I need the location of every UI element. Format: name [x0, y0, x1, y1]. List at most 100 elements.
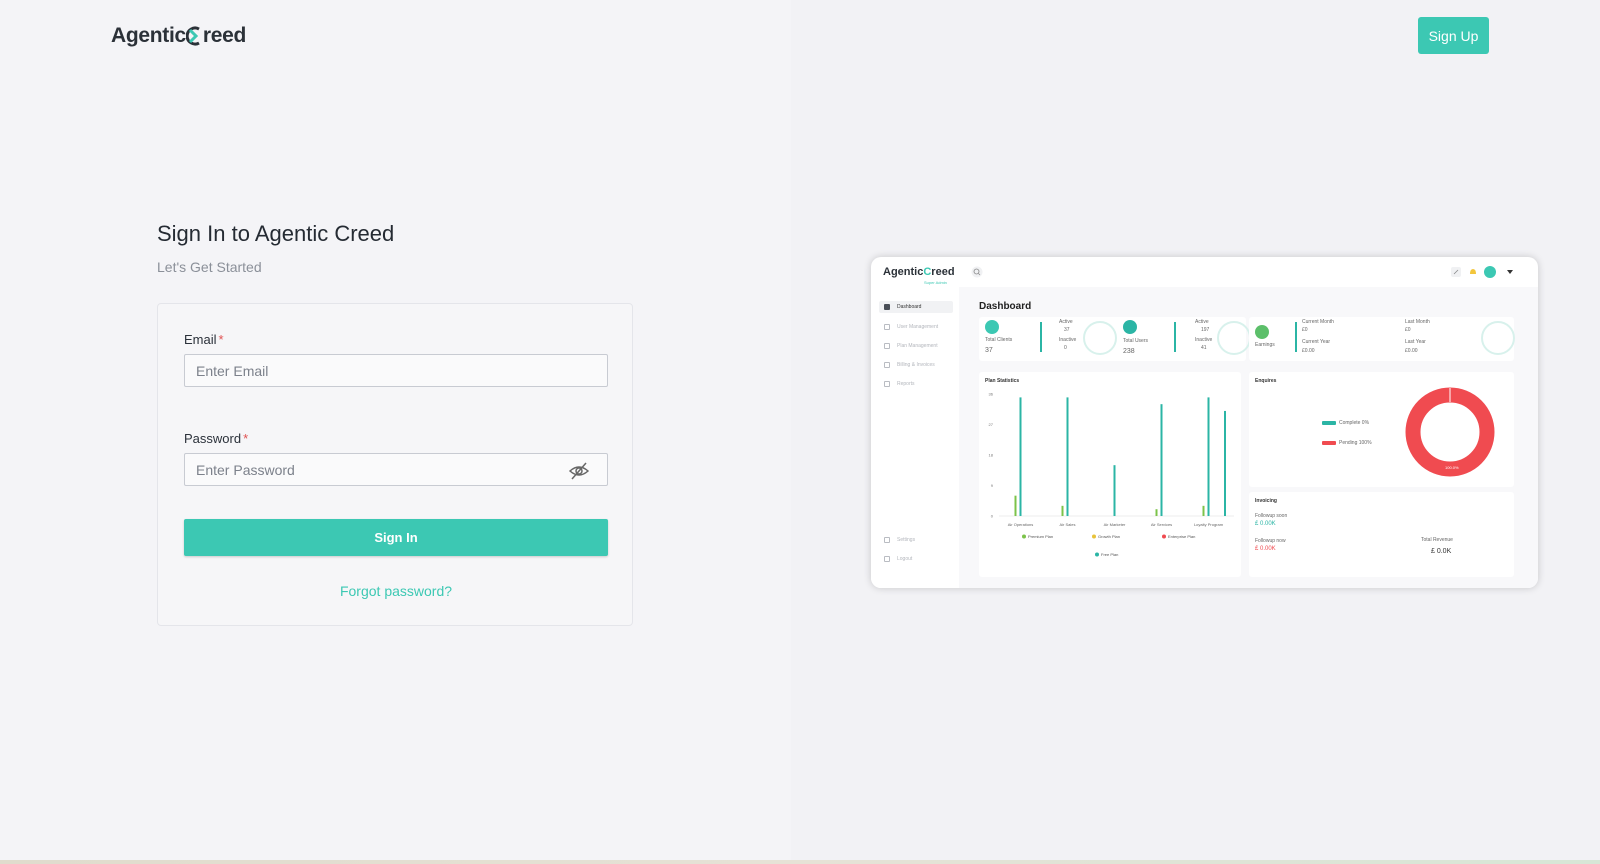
invoicing-title: Invoicing	[1255, 498, 1277, 504]
legend-label: Growth Plan	[1098, 534, 1120, 539]
preview-main: Dashboard Total Clients 37 Active 37 Ina…	[959, 287, 1538, 588]
bar-free	[1019, 397, 1022, 516]
forgot-password-link[interactable]: Forgot password?	[158, 583, 634, 599]
legend-dot	[1095, 552, 1099, 557]
total-revenue-value: £ 0.0K	[1431, 548, 1452, 555]
preview-earnings-icon	[1255, 325, 1269, 339]
legend-label: Free Plan	[1101, 552, 1118, 557]
preview-nav-logout-icon	[884, 556, 890, 562]
followup-soon-value: £ 0.00K	[1255, 521, 1276, 527]
preview-clients-inactive: Inactive	[1059, 337, 1077, 343]
preview-search-icon	[971, 266, 983, 278]
logo-text-right: reed	[202, 24, 247, 47]
preview-nav-logout: Logout	[879, 553, 953, 565]
preview-nav-reports: Reports	[879, 378, 953, 390]
preview-nav-grid-icon	[884, 304, 890, 310]
preview-nav-label: Billing & Invoices	[897, 362, 935, 368]
preview-nav-billing-icon	[884, 362, 890, 368]
preview-rings-decoration	[1083, 321, 1117, 355]
preview-logo-right: reed	[931, 266, 955, 278]
required-mark: *	[243, 431, 249, 446]
password-input[interactable]	[184, 453, 608, 486]
legend-pending: Pending 100%	[1339, 440, 1372, 446]
preview-nav-label: Plan Management	[897, 343, 938, 349]
bar-premium	[1061, 505, 1064, 516]
bar-free	[1066, 397, 1069, 516]
preview-divider	[1040, 322, 1042, 352]
bar-free	[1113, 465, 1116, 516]
page-title: Sign In to Agentic Creed	[157, 221, 395, 246]
preview-chevron-down-icon	[1507, 270, 1513, 274]
preview-users-label: Total Users	[1123, 338, 1149, 344]
legend-dot	[1162, 534, 1166, 539]
x-tick-label: Air Sales	[1059, 522, 1075, 527]
preview-current-year: Current Year	[1302, 339, 1331, 345]
preview-logo-tag: Super Admin	[924, 280, 947, 285]
login-card: Email* Password* Sign In Forgot password…	[157, 303, 633, 626]
y-tick-label: 0	[991, 514, 994, 519]
preview-clients-label: Total Clients	[985, 337, 1013, 343]
preview-current-month-value: £0	[1302, 327, 1308, 333]
signup-button[interactable]: Sign Up	[1418, 17, 1489, 54]
bar-free	[1160, 404, 1163, 516]
legend-swatch-pending	[1322, 441, 1336, 445]
logo-text-left: Agentic	[111, 24, 186, 47]
preview-nav-users-icon	[884, 324, 890, 330]
preview-nav-gear-icon	[884, 537, 890, 543]
eye-off-icon[interactable]	[568, 461, 590, 481]
x-tick-label: Air Marketer	[1104, 522, 1126, 527]
preview-link-icon	[1451, 267, 1461, 277]
preview-topbar: AgenticCreed Super Admin	[871, 257, 1538, 287]
preview-clients-active-value: 37	[1064, 327, 1070, 333]
y-tick-label: 27	[989, 422, 994, 427]
bar-free	[1207, 397, 1210, 516]
preview-clients-inactive-value: 0	[1064, 345, 1067, 351]
preview-earnings-label: Earnings	[1255, 342, 1275, 348]
legend-dot	[1022, 534, 1026, 539]
legend-complete: Complete 0%	[1339, 420, 1370, 426]
followup-now-label: Followup now	[1255, 538, 1286, 544]
preview-current-month: Current Month	[1302, 319, 1334, 325]
donut-label: 100.0%	[1445, 465, 1459, 470]
plan-stats-chart: 0 9 18 27 36 Air Operations Air Sales Air Marke…	[989, 392, 1234, 557]
followup-soon-label: Followup soon	[1255, 513, 1288, 519]
preview-nav-label: Settings	[897, 537, 916, 543]
bar-free-extra	[1224, 410, 1226, 516]
preview-dashboard-title: Dashboard	[979, 301, 1032, 312]
y-tick-label: 36	[989, 392, 994, 397]
preview-last-month: Last Month	[1405, 319, 1430, 325]
password-label: Password *	[184, 431, 248, 446]
preview-clients-active: Active	[1059, 319, 1073, 325]
email-label-text: Email	[184, 332, 217, 347]
logo[interactable]: Agentic reed	[111, 24, 246, 48]
signin-button[interactable]: Sign In	[184, 519, 608, 556]
x-tick-label: Air Operations	[1008, 522, 1034, 527]
preview-nav-label: Logout	[897, 556, 913, 562]
y-tick-label: 18	[989, 453, 994, 458]
email-input[interactable]	[184, 354, 608, 387]
preview-avatar-icon	[1484, 266, 1496, 278]
legend-label: Premium Plan	[1028, 534, 1053, 539]
logo-mark-icon	[185, 26, 200, 46]
x-tick-label: Air Services	[1151, 522, 1172, 527]
preview-stats-earnings: Earnings Current Month £0 Current Year £…	[1249, 317, 1515, 361]
preview-invoicing: Invoicing Followup soon £ 0.00K Followup…	[1249, 492, 1514, 577]
preview-nav-plan-management: Plan Management	[879, 340, 953, 352]
email-label: Email *	[184, 332, 224, 347]
preview-nav-label: Dashboard	[897, 304, 922, 310]
preview-nav-plan-icon	[884, 343, 890, 349]
required-mark: *	[218, 332, 224, 347]
preview-nav-settings: Settings	[879, 534, 953, 546]
password-label-text: Password	[184, 431, 242, 446]
preview-last-year: Last Year	[1405, 339, 1426, 345]
preview-users-active: Active	[1195, 319, 1209, 325]
preview-users-icon	[1123, 320, 1137, 334]
preview-users-inactive: Inactive	[1195, 337, 1213, 343]
preview-plan-statistics: Plan Statistics 0 9 18 27 36 Air Operations Ai…	[979, 372, 1241, 577]
legend-dot	[1092, 534, 1096, 539]
preview-users-inactive-value: 41	[1201, 345, 1207, 351]
preview-rings-decoration	[1217, 321, 1251, 355]
enquires-title: Enquires	[1255, 378, 1277, 384]
legend-label: Enterprise Plan	[1168, 534, 1195, 539]
preview-last-month-value: £0	[1405, 327, 1411, 333]
